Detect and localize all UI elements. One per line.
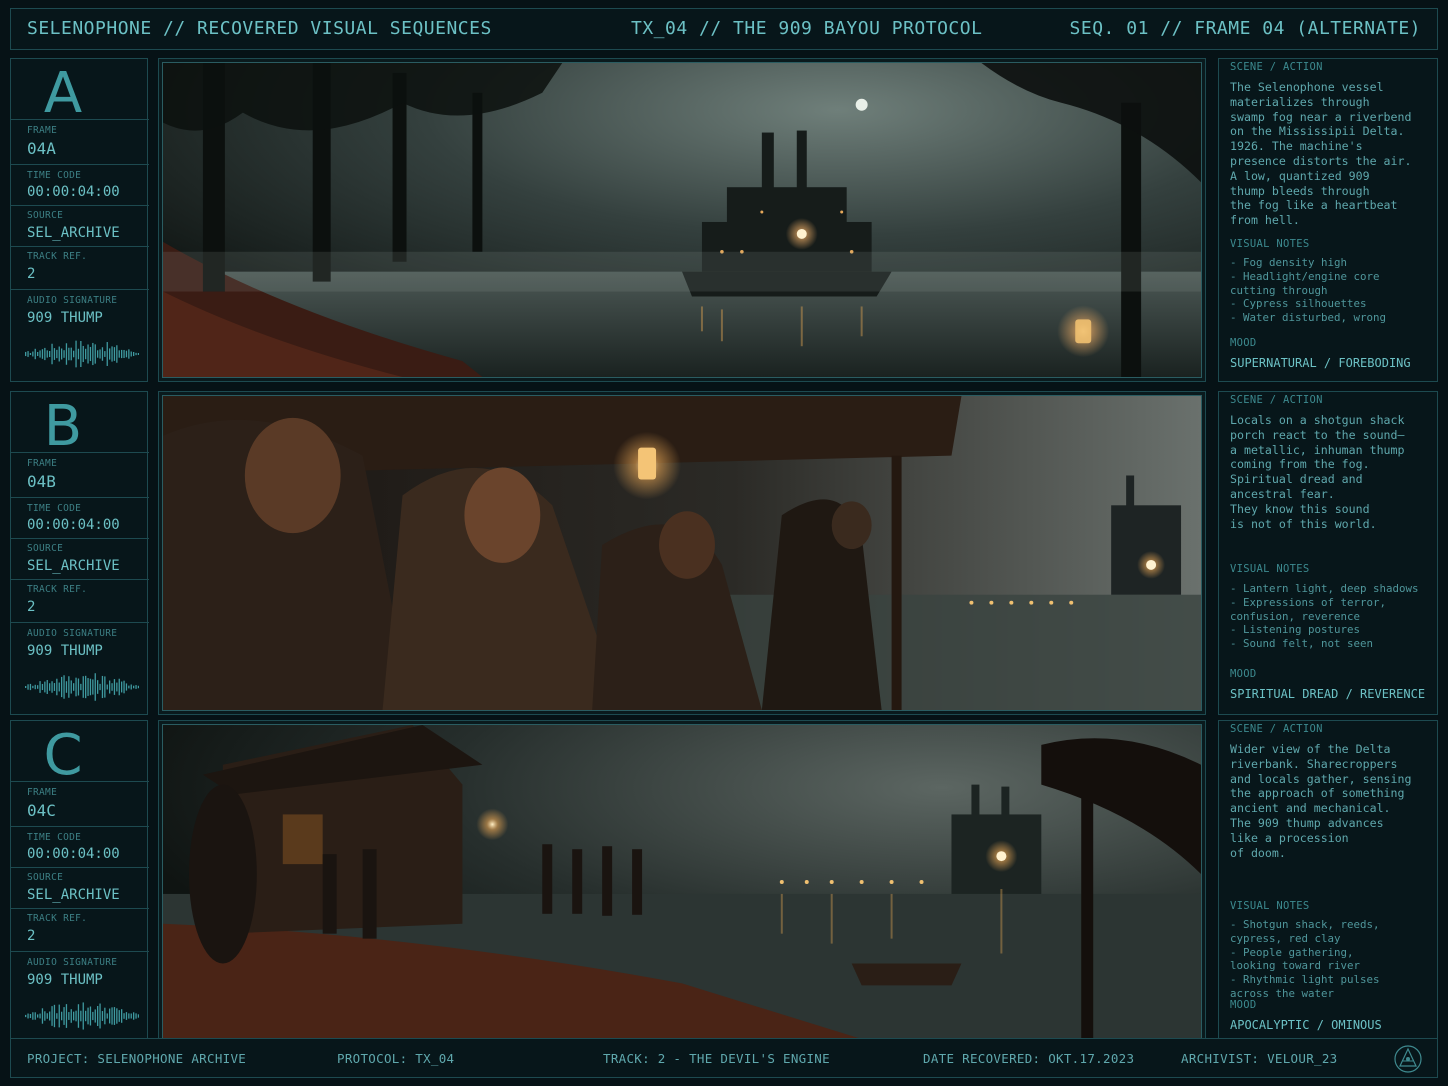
source-value: SEL_ARCHIVE <box>27 558 120 574</box>
mood-value: SPIRITUAL DREAD / REVERENCE <box>1230 687 1426 701</box>
visual-notes-heading: VISUAL NOTES <box>1230 563 1310 575</box>
frame-letter: A <box>43 61 83 126</box>
frame-notes-panel: SCENE / ACTION Locals on a shotgun shack… <box>1218 391 1438 715</box>
protocol-title: TX_04 // THE 909 BAYOU PROTOCOL <box>631 18 983 39</box>
waveform-icon <box>25 340 139 368</box>
source-label: SOURCE <box>27 210 64 221</box>
frame-image-panel <box>158 58 1206 382</box>
audio-signature-value: 909 THUMP <box>27 643 103 659</box>
mood-heading: MOOD <box>1230 999 1257 1011</box>
time-code-label: TIME CODE <box>27 503 82 514</box>
footer-track: TRACK: 2 - THE DEVIL'S ENGINE <box>603 1051 830 1066</box>
audio-signature-label: AUDIO SIGNATURE <box>27 628 118 639</box>
footer-bar: PROJECT: SELENOPHONE ARCHIVE PROTOCOL: T… <box>10 1038 1438 1078</box>
source-value: SEL_ARCHIVE <box>27 225 120 241</box>
header-bar: SELENOPHONE // RECOVERED VISUAL SEQUENCE… <box>10 8 1438 50</box>
footer-protocol: PROTOCOL: TX_04 <box>337 1051 455 1066</box>
frame-metadata-panel: B FRAME 04B TIME CODE 00:00:04:00 SOURCE… <box>10 391 149 715</box>
scene-action-heading: SCENE / ACTION <box>1230 61 1323 73</box>
audio-signature-label: AUDIO SIGNATURE <box>27 295 118 306</box>
source-label: SOURCE <box>27 872 64 883</box>
footer-project: PROJECT: SELENOPHONE ARCHIVE <box>27 1051 247 1066</box>
track-ref-label: TRACK REF. <box>27 584 88 595</box>
scene-action-heading: SCENE / ACTION <box>1230 394 1323 406</box>
scene-action-heading: SCENE / ACTION <box>1230 723 1323 735</box>
footer-date: DATE RECOVERED: OKT.17.2023 <box>923 1051 1135 1066</box>
scene-action-text: The Selenophone vessel materializes thro… <box>1230 80 1412 228</box>
visual-notes-heading: VISUAL NOTES <box>1230 238 1310 250</box>
frame-letter: C <box>43 723 83 788</box>
frame-label: FRAME <box>27 125 58 136</box>
scene-action-text: Wider view of the Delta riverbank. Share… <box>1230 742 1412 860</box>
frame-notes-panel: SCENE / ACTION The Selenophone vessel ma… <box>1218 58 1438 382</box>
audio-signature-value: 909 THUMP <box>27 310 103 326</box>
frame-image-porch <box>163 396 1201 710</box>
frame-id: 04C <box>27 801 56 820</box>
waveform-icon <box>25 673 139 701</box>
audio-signature-label: AUDIO SIGNATURE <box>27 957 118 968</box>
frame-image-panel <box>158 720 1206 1044</box>
visual-notes-list: - Fog density high - Headlight/engine co… <box>1230 256 1387 325</box>
source-label: SOURCE <box>27 543 64 554</box>
visual-notes-list: - Shotgun shack, reeds, cypress, red cla… <box>1230 918 1380 1000</box>
mood-heading: MOOD <box>1230 337 1257 349</box>
footer-archivist: ARCHIVIST: VELOUR_23 <box>1181 1051 1338 1066</box>
archive-logo-icon <box>1394 1045 1422 1073</box>
time-code-value: 00:00:04:00 <box>27 517 120 533</box>
track-ref-label: TRACK REF. <box>27 913 88 924</box>
frame-notes-panel: SCENE / ACTION Wider view of the Delta r… <box>1218 720 1438 1044</box>
time-code-value: 00:00:04:00 <box>27 846 120 862</box>
frame-row-b: B FRAME 04B TIME CODE 00:00:04:00 SOURCE… <box>10 391 1438 715</box>
frame-id: 04B <box>27 472 56 491</box>
sequence-label: SEQ. 01 // FRAME 04 (ALTERNATE) <box>1069 18 1421 39</box>
scene-action-text: Locals on a shotgun shack porch react to… <box>1230 413 1405 531</box>
visual-notes-list: - Lantern light, deep shadows - Expressi… <box>1230 582 1419 651</box>
track-ref-value: 2 <box>27 599 36 615</box>
app-title: SELENOPHONE // RECOVERED VISUAL SEQUENCE… <box>27 18 492 39</box>
time-code-value: 00:00:04:00 <box>27 184 120 200</box>
time-code-label: TIME CODE <box>27 832 82 843</box>
frame-image-swamp <box>163 63 1201 377</box>
frame-label: FRAME <box>27 458 58 469</box>
frame-id: 04A <box>27 139 56 158</box>
track-ref-value: 2 <box>27 928 36 944</box>
frame-image-panel <box>158 391 1206 715</box>
waveform-icon <box>25 1002 139 1030</box>
frame-label: FRAME <box>27 787 58 798</box>
track-ref-label: TRACK REF. <box>27 251 88 262</box>
frame-image-riverbank <box>163 725 1201 1039</box>
track-ref-value: 2 <box>27 266 36 282</box>
mood-heading: MOOD <box>1230 668 1257 680</box>
frame-letter: B <box>43 394 83 459</box>
time-code-label: TIME CODE <box>27 170 82 181</box>
source-value: SEL_ARCHIVE <box>27 887 120 903</box>
visual-notes-heading: VISUAL NOTES <box>1230 900 1310 912</box>
frame-metadata-panel: C FRAME 04C TIME CODE 00:00:04:00 SOURCE… <box>10 720 149 1044</box>
frame-metadata-panel: A FRAME 04A TIME CODE 00:00:04:00 SOURCE… <box>10 58 149 382</box>
mood-value: APOCALYPTIC / OMINOUS <box>1230 1018 1382 1032</box>
frame-row-c: C FRAME 04C TIME CODE 00:00:04:00 SOURCE… <box>10 720 1438 1044</box>
mood-value: SUPERNATURAL / FOREBODING <box>1230 356 1411 370</box>
frame-row-a: A FRAME 04A TIME CODE 00:00:04:00 SOURCE… <box>10 58 1438 382</box>
audio-signature-value: 909 THUMP <box>27 972 103 988</box>
